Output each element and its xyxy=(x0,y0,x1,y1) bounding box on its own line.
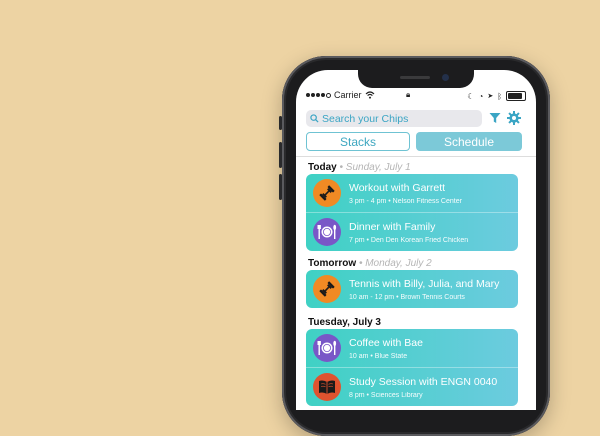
plate-icon xyxy=(313,218,341,246)
tab-stacks[interactable]: Stacks xyxy=(306,132,410,151)
search-input[interactable]: Search your Chips xyxy=(306,110,482,127)
location-icon: ➤ xyxy=(487,93,494,100)
wifi-icon xyxy=(365,91,374,99)
notch xyxy=(358,70,474,88)
day-date: • Sunday, July 1 xyxy=(339,162,411,173)
event-title: Coffee with Bae xyxy=(349,337,423,349)
day-label: Tuesday, July 3 xyxy=(308,317,381,328)
moon-icon: ☾ xyxy=(467,91,475,101)
event-meta: 10 am • Blue State xyxy=(349,353,408,360)
event-row[interactable]: Workout with Garrett 3 pm - 4 pm • Nelso… xyxy=(306,174,518,212)
day-header: Tomorrow • Monday, July 2 xyxy=(308,258,432,269)
event-meta: 3 pm - 4 pm • Nelson Fitness Center xyxy=(349,198,462,205)
event-row[interactable]: Coffee with Bae 10 am • Blue State xyxy=(306,329,518,367)
front-camera xyxy=(442,74,449,81)
divider xyxy=(296,156,536,157)
status-bar: Carrier 🔒︎ ☾ ◔ ➤ ᛒ xyxy=(306,90,526,102)
event-row[interactable]: Study Session with ENGN 0040 8 pm • Scie… xyxy=(306,367,518,406)
day-header: Tuesday, July 3 xyxy=(308,317,381,328)
bluetooth-icon: ᛒ xyxy=(497,91,502,101)
event-title: Dinner with Family xyxy=(349,221,436,233)
gear-icon[interactable] xyxy=(507,111,521,125)
day-label: Tomorrow xyxy=(308,258,357,269)
dumbbell-icon xyxy=(313,179,341,207)
day-header: Today • Sunday, July 1 xyxy=(308,162,411,173)
dumbbell-icon xyxy=(313,275,341,303)
tab-schedule[interactable]: Schedule xyxy=(416,132,522,151)
carrier-label: Carrier xyxy=(334,90,362,100)
search-placeholder: Search your Chips xyxy=(322,112,409,125)
app-screen: Carrier 🔒︎ ☾ ◔ ➤ ᛒ Search your Chips Sta… xyxy=(296,70,536,410)
day-card: Workout with Garrett 3 pm - 4 pm • Nelso… xyxy=(306,174,518,251)
signal-icon xyxy=(306,92,331,98)
day-card: Tennis with Billy, Julia, and Mary 10 am… xyxy=(306,270,518,308)
battery-icon xyxy=(506,91,526,101)
speaker xyxy=(400,76,430,79)
search-icon xyxy=(310,114,319,123)
lock-icon: 🔒︎ xyxy=(406,90,411,99)
book-icon xyxy=(313,373,341,401)
event-row[interactable]: Tennis with Billy, Julia, and Mary 10 am… xyxy=(306,270,518,308)
mute-switch xyxy=(279,116,282,130)
day-card: Coffee with Bae 10 am • Blue State Study… xyxy=(306,329,518,406)
day-label: Today xyxy=(308,162,337,173)
event-row[interactable]: Dinner with Family 7 pm • Den Den Korean… xyxy=(306,212,518,251)
volume-up-button xyxy=(279,142,282,168)
alarm-icon: ◔ xyxy=(478,91,484,101)
event-title: Tennis with Billy, Julia, and Mary xyxy=(349,278,500,290)
event-title: Study Session with ENGN 0040 xyxy=(349,376,498,388)
plate-icon xyxy=(313,334,341,362)
day-date: • Monday, July 2 xyxy=(358,258,432,269)
filter-icon[interactable] xyxy=(489,112,501,124)
event-meta: 7 pm • Den Den Korean Fried Chicken xyxy=(349,237,469,244)
volume-down-button xyxy=(279,174,282,200)
event-meta: 8 pm • Sciences Library xyxy=(349,392,423,399)
event-title: Workout with Garrett xyxy=(349,182,446,194)
event-meta: 10 am - 12 pm • Brown Tennis Courts xyxy=(349,294,465,301)
